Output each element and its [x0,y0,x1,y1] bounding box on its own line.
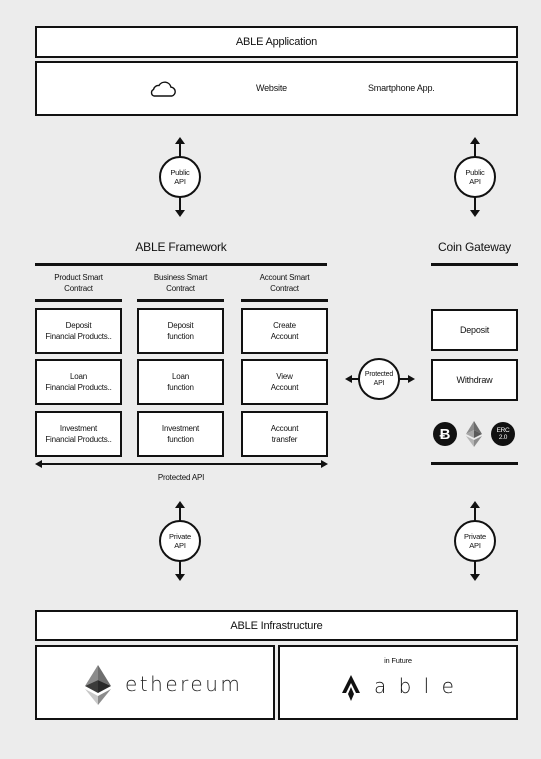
private-api-right-line2: API [469,541,481,550]
cell-line1: Deposit [65,321,92,330]
cell-line2: Account [270,383,299,392]
column-header-product: Product Smart Contract [35,272,122,294]
protected-api-label: Protected API [157,473,205,482]
cell-line2: function [167,383,194,392]
coin-gateway-withdraw-box: Withdraw [431,359,518,401]
public-api-right-line1: Public [465,168,485,177]
framework-top-rule [35,263,327,266]
cell-view-account: View Account [241,359,328,405]
cell-loan-function: Loan function [137,359,224,405]
ethereum-icon [466,421,482,447]
in-future-note: in Future [384,656,412,665]
cell-deposit-financial-products: Deposit Financial Products.. [35,308,122,354]
application-title-box: ABLE Application [35,26,518,58]
cell-account-transfer: Account transfer [241,411,328,457]
cell-line1: Account [270,424,299,433]
coin-gateway-withdraw-label: Withdraw [456,375,493,385]
column-header-account-line1: Account Smart [259,273,310,282]
column-rule-business [137,299,224,302]
protected-api-horizontal-arrow [35,460,328,468]
coin-gateway-deposit-box: Deposit [431,309,518,351]
smartphone-app-label: Smartphone App. [368,83,435,93]
cell-investment-financial-products: Investment Financial Products.. [35,411,122,457]
ethereum-box: ethereum [35,645,275,720]
cell-line2: Financial Products.. [45,383,112,392]
private-api-left-line1: Private [169,532,191,541]
cell-line1: View [276,372,293,381]
cell-line1: Investment [59,424,98,433]
cell-create-account: Create Account [241,308,328,354]
cell-line2: transfer [271,435,298,444]
ethereum-logo-text: ethereum [125,672,243,696]
cell-line1: Deposit [167,321,194,330]
cell-investment-function: Investment function [137,411,224,457]
infrastructure-title-box: ABLE Infrastructure [35,610,518,641]
coin-gateway-bottom-rule [431,462,518,465]
bitcoin-symbol: Ƀ [439,425,451,443]
cell-loan-financial-products: Loan Financial Products.. [35,359,122,405]
cell-line1: Loan [70,372,87,381]
coin-gateway-top-rule [431,263,518,266]
cloud-icon [135,80,176,98]
erc20-icon: ERC 2.0 [491,422,515,446]
public-api-left-node: Public API [159,156,201,198]
protected-api-mid-line2: API [373,380,385,387]
able-future-box: in Future a b l e [278,645,518,720]
private-api-left-line2: API [174,541,186,550]
column-header-account-line2: Contract [270,284,299,293]
column-rule-product [35,299,122,302]
infrastructure-title: ABLE Infrastructure [230,619,323,632]
column-header-product-line2: Contract [64,284,93,293]
application-items-box: Website Smartphone App. [35,61,518,116]
column-header-product-line1: Product Smart [54,273,103,282]
coin-gateway-title: Coin Gateway [438,240,511,254]
application-title: ABLE Application [235,36,318,48]
cell-line2: Financial Products.. [45,435,112,444]
cell-line2: function [167,332,194,341]
private-api-right-line1: Private [464,532,486,541]
private-api-left-node: Private API [159,520,201,562]
public-api-left-line2: API [174,177,186,186]
coin-gateway-deposit-label: Deposit [459,325,490,335]
ethereum-logo-icon [85,665,111,705]
column-header-business-line1: Business Smart [153,273,208,282]
protected-api-mid-line1: Protected [364,371,394,378]
protected-api-mid-node: Protected API [358,358,400,400]
erc20-line2: 2.0 [498,434,508,441]
column-header-account: Account Smart Contract [241,272,328,294]
bitcoin-icon: Ƀ [433,422,457,446]
column-header-business-line2: Contract [166,284,195,293]
erc20-line1: ERC [496,427,510,434]
cell-line1: Investment [161,424,200,433]
cell-line1: Create [273,321,296,330]
private-api-right-node: Private API [454,520,496,562]
cell-line2: Account [270,332,299,341]
column-rule-account [241,299,328,302]
able-logo-text: a b l e [374,674,457,698]
public-api-right-node: Public API [454,156,496,198]
framework-title: ABLE Framework [135,240,227,254]
cell-deposit-function: Deposit function [137,308,224,354]
cell-line1: Loan [172,372,189,381]
able-logo-icon [342,675,360,701]
cell-line2: function [167,435,194,444]
cell-line2: Financial Products.. [45,332,112,341]
website-label: Website [256,83,287,93]
public-api-right-line2: API [469,177,481,186]
column-header-business: Business Smart Contract [137,272,224,294]
public-api-left-line1: Public [170,168,190,177]
